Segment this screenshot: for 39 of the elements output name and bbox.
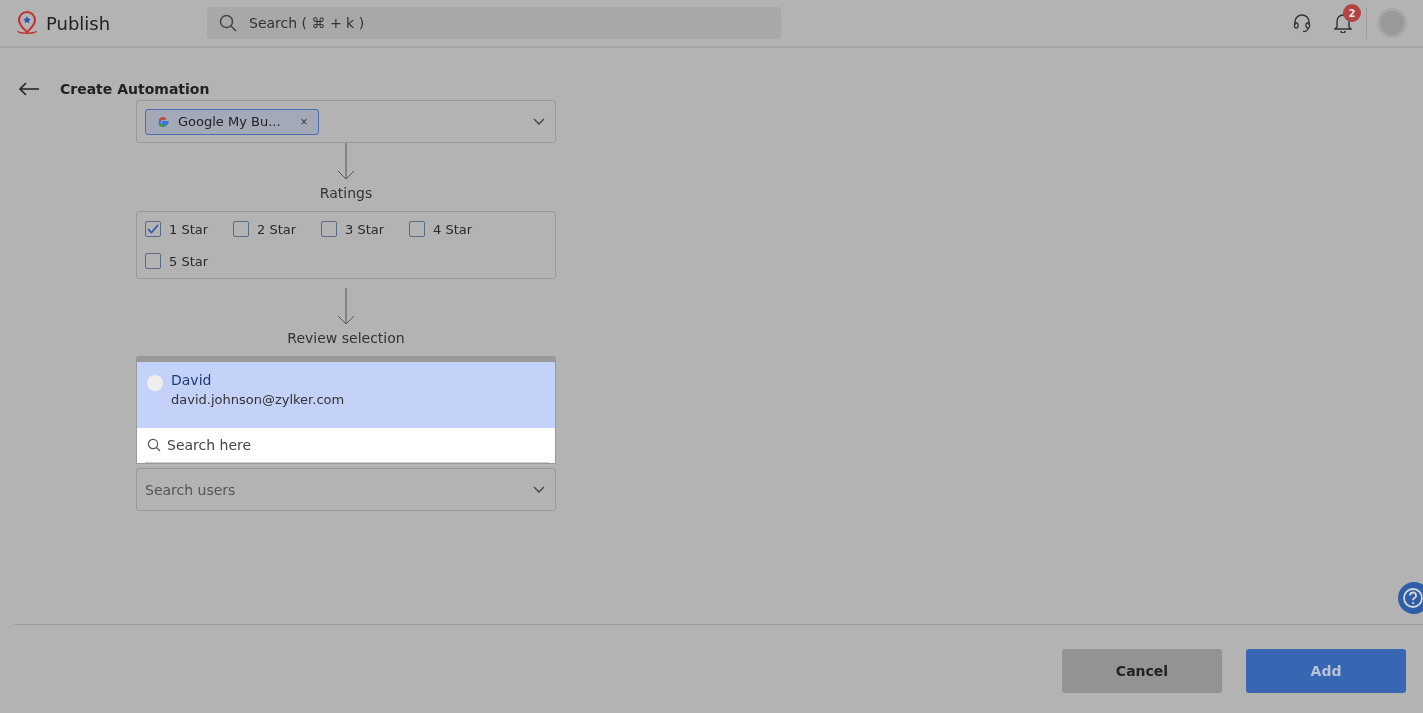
user-name: David: [171, 372, 213, 388]
rating-option[interactable]: 5 Star: [145, 250, 233, 272]
user-email: david.johnson@zylker.com: [171, 392, 345, 407]
chevron-down-icon: [533, 485, 545, 494]
chevron-down-icon: [533, 117, 545, 126]
search-icon: [147, 438, 161, 452]
search-icon: [219, 14, 237, 32]
page-title: Create Automation: [60, 81, 210, 97]
rating-option[interactable]: 4 Star: [409, 218, 497, 240]
help-icon: [1402, 587, 1423, 609]
user-option[interactable]: David david.johnson@zylker.com: [137, 362, 555, 428]
avatar: [147, 375, 163, 391]
notification-badge: 2: [1343, 4, 1361, 22]
help-button[interactable]: [1398, 582, 1423, 614]
review-selection-label: Review selection: [287, 330, 405, 346]
ratings-label: Ratings: [319, 185, 373, 201]
users-select[interactable]: Search users: [136, 468, 556, 511]
remove-chip-button[interactable]: ×: [300, 114, 308, 129]
down-arrow-icon: [337, 288, 355, 326]
dropdown-search-field[interactable]: Search here: [165, 436, 547, 454]
back-button[interactable]: [18, 82, 40, 96]
pin-logo-icon: [16, 10, 38, 36]
headset-icon[interactable]: [1292, 13, 1312, 33]
checkbox[interactable]: [145, 253, 161, 269]
back-arrow-icon: [18, 82, 40, 96]
g-logo-icon: [156, 114, 170, 129]
rating-option[interactable]: 3 Star: [321, 218, 409, 240]
app-name: Publish: [46, 12, 111, 34]
rating-option[interactable]: 1 Star: [145, 218, 233, 240]
checkbox[interactable]: [409, 221, 425, 237]
chip-label: Google My Bu...: [178, 114, 281, 129]
down-arrow-icon: [337, 143, 355, 181]
checkbox[interactable]: [321, 221, 337, 237]
checkbox[interactable]: [145, 221, 161, 237]
source-select[interactable]: Google My Bu... ×: [136, 100, 556, 143]
rating-option[interactable]: 2 Star: [233, 218, 321, 240]
cancel-button[interactable]: Cancel: [1062, 649, 1222, 693]
checkbox[interactable]: [233, 221, 249, 237]
search-field[interactable]: Search ( ⌘ + k ): [207, 7, 781, 39]
